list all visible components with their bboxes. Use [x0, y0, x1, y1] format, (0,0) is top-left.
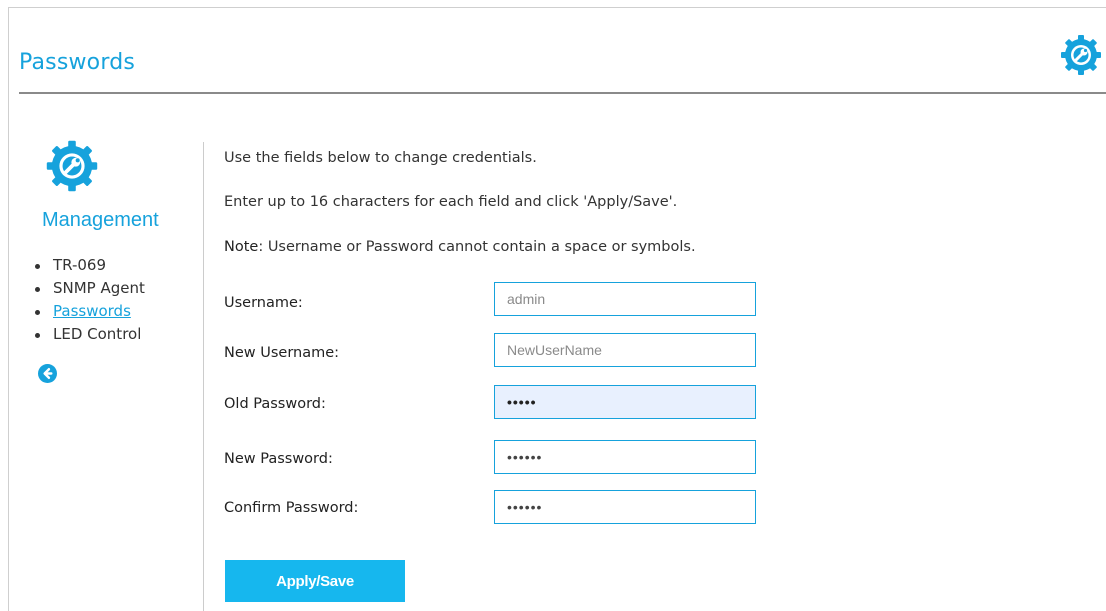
- new-username-input[interactable]: [494, 333, 756, 367]
- back-arrow-icon[interactable]: [38, 364, 57, 383]
- confirm-password-input[interactable]: [494, 490, 756, 524]
- note-text: Note: Username or Password cannot contai…: [224, 239, 696, 255]
- sidebar-item-passwords[interactable]: Passwords: [35, 300, 145, 323]
- header-divider: [19, 92, 1106, 94]
- confirm-password-label: Confirm Password:: [224, 500, 359, 516]
- sidebar-title: Management: [42, 209, 159, 231]
- note-body: : Username or Password cannot contain a …: [258, 239, 696, 255]
- new-username-label: New Username:: [224, 345, 340, 361]
- old-password-input[interactable]: [494, 385, 756, 419]
- settings-wrench-icon: [1061, 35, 1101, 75]
- intro-text: Use the fields below to change credentia…: [224, 150, 537, 166]
- sidebar-item-snmp-agent[interactable]: SNMP Agent: [35, 277, 145, 300]
- new-password-input[interactable]: [494, 440, 756, 474]
- instructions-text: Enter up to 16 characters for each field…: [224, 194, 678, 210]
- sidebar-item-led-control[interactable]: LED Control: [35, 323, 145, 346]
- sidebar-item-tr-069[interactable]: TR-069: [35, 254, 145, 277]
- old-password-label: Old Password:: [224, 396, 326, 412]
- page-title: Passwords: [19, 50, 136, 75]
- apply-save-button[interactable]: Apply/Save: [225, 560, 405, 602]
- sidebar-divider: [203, 142, 204, 611]
- username-input[interactable]: [494, 282, 756, 316]
- new-password-label: New Password:: [224, 451, 333, 467]
- username-label: Username:: [224, 295, 303, 311]
- sidebar-nav: TR-069 SNMP Agent Passwords LED Control: [35, 254, 145, 346]
- note-label: Note: [224, 239, 259, 255]
- settings-wrench-icon: [46, 140, 98, 192]
